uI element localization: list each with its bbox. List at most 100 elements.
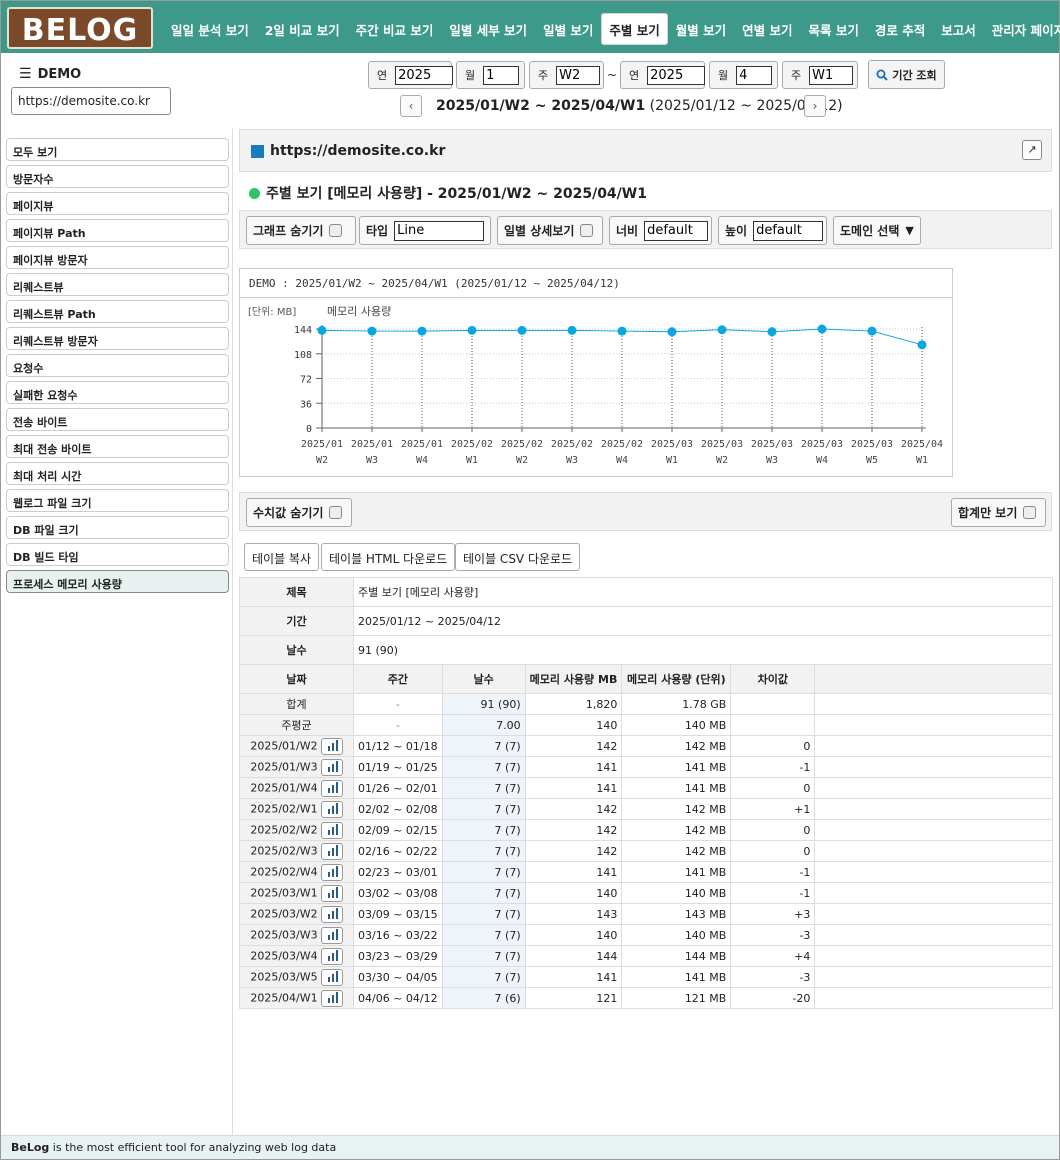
summary-row: 주평균 -7.00 140 140 MB <box>239 714 1053 736</box>
download-html-button[interactable]: 테이블 HTML 다운로드 <box>321 543 456 571</box>
bar-chart-icon[interactable] <box>320 989 343 1007</box>
nav-item-6[interactable]: 월별 보기 <box>668 13 734 45</box>
daily-detail-toggle[interactable]: 일별 상세보기 <box>497 216 603 245</box>
nav-item-10[interactable]: 보고서 <box>933 13 984 45</box>
column-header[interactable]: 메모리 사용량 (단위) <box>621 664 732 694</box>
sidebar-item[interactable]: 페이지뷰 <box>6 192 229 215</box>
nav-item-3[interactable]: 일별 세부 보기 <box>441 13 535 45</box>
sidebar-item[interactable]: 리퀘스트뷰 Path <box>6 300 229 323</box>
sidebar-item[interactable]: 페이지뷰 Path <box>6 219 229 242</box>
bar-chart-icon[interactable] <box>320 821 343 839</box>
sidebar-item[interactable]: 웹로그 파일 크기 <box>6 489 229 512</box>
height-select[interactable]: 높이 <box>718 216 827 245</box>
from-week-input[interactable] <box>556 65 601 85</box>
x-tick-label-month: 2025/03 <box>851 439 893 450</box>
period-search-button[interactable]: 기간 조회 <box>868 60 945 89</box>
row-unit: 121 MB <box>621 987 732 1009</box>
width-select[interactable]: 너비 <box>609 216 712 245</box>
next-period-button[interactable]: › <box>804 95 826 117</box>
to-year-select[interactable]: 연 <box>620 61 706 89</box>
sidebar-item[interactable]: 최대 처리 시간 <box>6 462 229 485</box>
domain-select-button[interactable]: 도메인 선택 ▼ <box>833 216 921 245</box>
row-mb: 144 <box>524 945 623 967</box>
nav-item-11[interactable]: 관리자 페이지 <box>984 13 1060 45</box>
site-url-field[interactable]: https://demosite.co.kr <box>11 87 171 115</box>
total-only-toggle[interactable]: 합계만 보기 <box>951 498 1046 527</box>
bar-chart-icon[interactable] <box>320 800 343 818</box>
row-date: 2025/01/W4 <box>250 781 318 794</box>
bar-chart-icon[interactable] <box>320 863 343 881</box>
height-input[interactable] <box>753 220 824 241</box>
row-date-cell: 2025/04/W1 <box>239 987 354 1009</box>
bar-chart-icon[interactable] <box>320 779 343 797</box>
nav-item-9[interactable]: 경로 추적 <box>867 13 933 45</box>
type-select[interactable]: 타입 <box>359 216 491 245</box>
sidebar-item[interactable]: DB 빌드 타임 <box>6 543 229 566</box>
sidebar-item[interactable]: 리퀘스트뷰 방문자 <box>6 327 229 350</box>
copy-table-button[interactable]: 테이블 복사 <box>244 543 320 571</box>
chart-title: DEMO : 2025/01/W2 ~ 2025/04/W1 (2025/01/… <box>240 269 952 298</box>
sidebar-item[interactable]: 요청수 <box>6 354 229 377</box>
from-week-select[interactable]: 주 <box>529 61 604 89</box>
row-mb: 141 <box>524 777 623 799</box>
hide-values-checkbox[interactable] <box>329 506 343 519</box>
row-date-cell: 2025/03/W4 <box>239 945 354 967</box>
download-csv-button[interactable]: 테이블 CSV 다운로드 <box>455 543 581 571</box>
bar-chart-icon[interactable] <box>320 737 343 755</box>
bar-chart-icon[interactable] <box>320 947 343 965</box>
nav-item-2[interactable]: 주간 비교 보기 <box>348 13 442 45</box>
to-week-select[interactable]: 주 <box>782 61 858 89</box>
column-header[interactable]: 날수 <box>441 664 526 694</box>
to-year-input[interactable] <box>647 65 706 85</box>
sidebar-item[interactable]: 프로세스 메모리 사용량 <box>6 570 229 593</box>
nav-item-1[interactable]: 2일 비교 보기 <box>257 13 348 45</box>
to-month-input[interactable] <box>736 65 773 85</box>
info-value: 2025/01/12 ~ 2025/04/12 <box>353 606 1053 636</box>
search-button-label: 기간 조회 <box>892 68 937 82</box>
sidebar-item[interactable]: 리퀘스트뷰 <box>6 273 229 296</box>
nav-item-5[interactable]: 주별 보기 <box>601 13 668 45</box>
bar-chart-icon[interactable] <box>320 842 343 860</box>
prev-period-button[interactable]: ‹ <box>400 95 422 117</box>
hide-graph-toggle[interactable]: 그래프 숨기기 <box>246 216 356 245</box>
from-year-input[interactable] <box>395 65 454 85</box>
from-month-select[interactable]: 월 <box>456 61 525 89</box>
row-date: 2025/03/W2 <box>250 907 318 920</box>
sidebar-item[interactable]: 모두 보기 <box>6 138 229 161</box>
x-tick-label-week: W4 <box>416 455 428 466</box>
bar-chart-icon[interactable] <box>320 905 343 923</box>
sidebar-item[interactable]: 실패한 요청수 <box>6 381 229 404</box>
sidebar-item[interactable]: 페이지뷰 방문자 <box>6 246 229 269</box>
row-empty <box>814 819 1053 841</box>
column-header[interactable]: 차이값 <box>730 664 816 694</box>
bar-chart-icon[interactable] <box>320 884 343 902</box>
bar-chart-icon[interactable] <box>320 758 343 776</box>
nav-item-8[interactable]: 목록 보기 <box>801 13 867 45</box>
total-only-checkbox[interactable] <box>1023 506 1037 519</box>
nav-item-0[interactable]: 일일 분석 보기 <box>163 13 257 45</box>
bar-chart-icon[interactable] <box>320 968 343 986</box>
width-input[interactable] <box>644 220 709 241</box>
to-month-select[interactable]: 월 <box>709 61 778 89</box>
nav-item-7[interactable]: 연별 보기 <box>734 13 800 45</box>
daily-detail-checkbox[interactable] <box>580 224 594 237</box>
from-year-select[interactable]: 연 <box>368 61 454 89</box>
sidebar-item[interactable]: 최대 전송 바이트 <box>6 435 229 458</box>
from-month-input[interactable] <box>483 65 520 85</box>
to-week-input[interactable] <box>809 65 854 85</box>
bar-chart-icon[interactable] <box>320 926 343 944</box>
hide-graph-checkbox[interactable] <box>329 224 343 237</box>
belog-logo[interactable]: BELOG <box>7 7 153 49</box>
menu-icon[interactable]: ☰ <box>19 66 32 82</box>
hide-values-toggle[interactable]: 수치값 숨기기 <box>246 498 352 527</box>
type-input[interactable] <box>394 220 485 241</box>
sidebar-item[interactable]: DB 파일 크기 <box>6 516 229 539</box>
sidebar-item[interactable]: 방문자수 <box>6 165 229 188</box>
column-header[interactable]: 메모리 사용량 MB <box>524 664 623 694</box>
nav-item-4[interactable]: 일별 보기 <box>535 13 601 45</box>
external-link-icon[interactable]: ↗ <box>1022 140 1042 160</box>
data-point <box>367 326 377 336</box>
column-header[interactable]: 날짜 <box>239 664 354 694</box>
sidebar-item[interactable]: 전송 바이트 <box>6 408 229 431</box>
column-header[interactable]: 주간 <box>353 664 443 694</box>
